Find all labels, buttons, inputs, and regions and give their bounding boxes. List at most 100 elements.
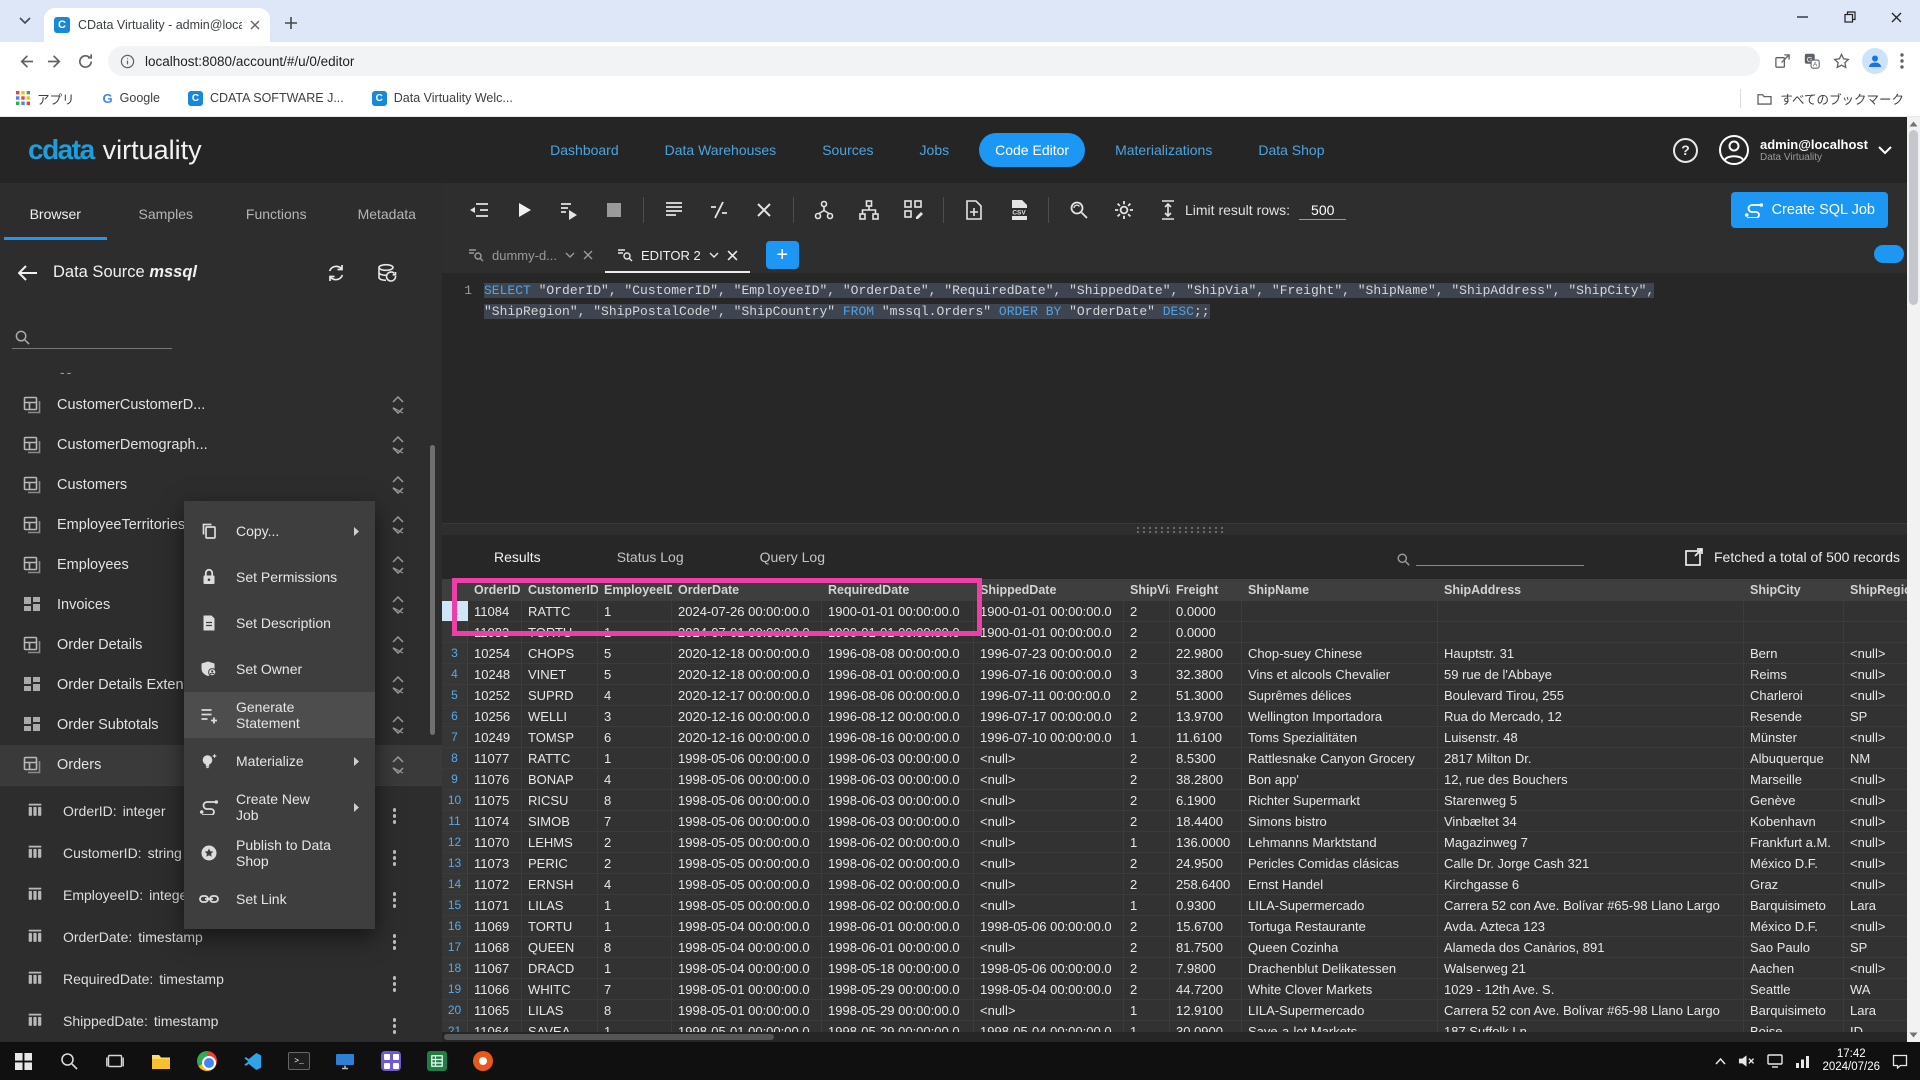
menu-item-set-owner[interactable]: Set Owner xyxy=(184,646,375,692)
table-cell[interactable]: 11076 xyxy=(468,769,522,789)
table-cell[interactable]: 11083 xyxy=(468,622,522,642)
chrome-icon[interactable] xyxy=(184,1042,230,1080)
sidebar-item-customerdemograph[interactable]: CustomerDemograph... xyxy=(0,425,442,465)
table-cell[interactable]: Charleroi xyxy=(1744,685,1844,705)
table-cell[interactable]: 12.9100 xyxy=(1170,1000,1242,1020)
table-row[interactable]: 710249TOMSP62020-12-16 00:00:00.01996-08… xyxy=(442,727,1920,748)
table-cell[interactable]: Bon app' xyxy=(1242,769,1438,789)
column-menu-button[interactable] xyxy=(387,1009,403,1034)
table-cell[interactable]: 1 xyxy=(598,958,672,978)
table-cell[interactable]: Chop-suey Chinese xyxy=(1242,643,1438,663)
tab-search-button[interactable] xyxy=(12,8,38,34)
table-cell[interactable]: 1998-06-03 00:00:00.0 xyxy=(822,790,974,810)
table-cell[interactable]: 11.6100 xyxy=(1170,727,1242,747)
column-header-shipaddress[interactable]: ShipAddress xyxy=(1438,579,1744,601)
column-menu-button[interactable] xyxy=(387,841,403,866)
table-cell[interactable]: 1 xyxy=(598,895,672,915)
table-row[interactable]: 2011065LILAS81998-05-01 00:00:00.01998-0… xyxy=(442,1000,1920,1021)
table-cell[interactable]: 1998-06-03 00:00:00.0 xyxy=(822,811,974,831)
table-cell[interactable]: 2 xyxy=(1124,706,1170,726)
table-cell[interactable]: 1998-05-29 00:00:00.0 xyxy=(822,1000,974,1020)
table-cell[interactable]: 0.0000 xyxy=(1170,622,1242,642)
table-cell[interactable]: WELLI xyxy=(522,706,598,726)
table-cell[interactable]: Reims xyxy=(1744,664,1844,684)
column-header-requireddate[interactable]: RequiredDate xyxy=(822,579,974,601)
table-cell[interactable]: BONAP xyxy=(522,769,598,789)
table-row[interactable]: 1711068QUEEN81998-05-04 00:00:00.01998-0… xyxy=(442,937,1920,958)
column-header-freight[interactable]: Freight xyxy=(1170,579,1242,601)
table-row[interactable]: 1011075RICSU81998-05-06 00:00:00.01998-0… xyxy=(442,790,1920,811)
table-cell[interactable]: 10249 xyxy=(468,727,522,747)
table-cell[interactable]: 1996-07-17 00:00:00.0 xyxy=(974,706,1124,726)
table-cell[interactable]: <null> xyxy=(974,853,1124,873)
table-cell[interactable]: 1 xyxy=(1124,895,1170,915)
table-cell[interactable]: 1900-01-01 00:00:00.0 xyxy=(822,622,974,642)
table-cell[interactable]: 1998-05-01 00:00:00.0 xyxy=(672,1000,822,1020)
table-cell[interactable]: TOMSP xyxy=(522,727,598,747)
table-cell[interactable]: Save-a-lot Markets xyxy=(1242,1021,1438,1032)
reorder-chevrons[interactable] xyxy=(392,396,404,414)
table-cell[interactable]: Wellington Importadora xyxy=(1242,706,1438,726)
table-cell[interactable]: 32.3800 xyxy=(1170,664,1242,684)
table-cell[interactable]: México D.F. xyxy=(1744,916,1844,936)
table-cell[interactable]: Walserweg 21 xyxy=(1438,958,1744,978)
table-cell[interactable]: 7 xyxy=(598,811,672,831)
table-cell[interactable]: WHITC xyxy=(522,979,598,999)
table-cell[interactable]: 1998-06-01 00:00:00.0 xyxy=(822,916,974,936)
table-cell[interactable]: 11073 xyxy=(468,853,522,873)
table-row[interactable]: 1311073PERIC21998-05-05 00:00:00.01998-0… xyxy=(442,853,1920,874)
create-sql-job-button[interactable]: Create SQL Job xyxy=(1731,192,1888,228)
table-cell[interactable]: 2 xyxy=(1124,622,1170,642)
table-cell[interactable]: LILA-Supermercado xyxy=(1242,895,1438,915)
table-cell[interactable] xyxy=(1242,601,1438,621)
close-button[interactable] xyxy=(1873,0,1920,34)
table-cell[interactable]: 1996-07-16 00:00:00.0 xyxy=(974,664,1124,684)
table-cell[interactable]: 1996-07-10 00:00:00.0 xyxy=(974,727,1124,747)
table-cell[interactable]: 11065 xyxy=(468,1000,522,1020)
table-cell[interactable]: Rattlesnake Canyon Grocery xyxy=(1242,748,1438,768)
table-cell[interactable]: 2 xyxy=(1124,685,1170,705)
reorder-chevrons[interactable] xyxy=(392,756,404,774)
table-row[interactable]: 111084RATTC12024-07-26 00:00:00.01900-01… xyxy=(442,601,1920,622)
table-cell[interactable]: 1998-05-06 00:00:00.0 xyxy=(672,811,822,831)
table-cell[interactable]: 2020-12-18 00:00:00.0 xyxy=(672,664,822,684)
all-bookmarks-button[interactable]: すべてのブックマーク xyxy=(1740,89,1904,108)
table-cell[interactable]: 1998-05-06 00:00:00.0 xyxy=(672,790,822,810)
format-query-button[interactable] xyxy=(456,190,501,230)
table-cell[interactable]: 8 xyxy=(598,937,672,957)
table-cell[interactable]: Bern xyxy=(1744,643,1844,663)
table-cell[interactable]: 2 xyxy=(1124,748,1170,768)
table-row[interactable]: 211083TORTU12024-07-01 00:00:00.01900-01… xyxy=(442,622,1920,643)
table-cell[interactable]: 1998-05-01 00:00:00.0 xyxy=(672,1021,822,1032)
table-cell[interactable]: 1900-01-01 00:00:00.0 xyxy=(974,622,1124,642)
menu-item-materialize[interactable]: Materialize xyxy=(184,738,375,784)
table-cell[interactable]: Ernst Handel xyxy=(1242,874,1438,894)
hidden-icons-chevron[interactable] xyxy=(1715,1058,1726,1065)
sql-code-area[interactable]: 1 SELECT "OrderID", "CustomerID", "Emplo… xyxy=(442,273,1920,523)
table-cell[interactable]: TORTU xyxy=(522,916,598,936)
nav-materializations[interactable]: Materializations xyxy=(1099,133,1228,167)
table-cell[interactable]: Pericles Comidas clásicas xyxy=(1242,853,1438,873)
search-replace-button[interactable] xyxy=(1056,190,1101,230)
column-item-requireddate[interactable]: RequiredDate:timestamp xyxy=(0,958,442,1000)
table-cell[interactable]: 1900-01-01 00:00:00.0 xyxy=(822,601,974,621)
table-cell[interactable]: 1998-05-06 00:00:00.0 xyxy=(974,958,1124,978)
table-cell[interactable]: 30.0900 xyxy=(1170,1021,1242,1032)
table-cell[interactable]: 2 xyxy=(598,832,672,852)
file-explorer-icon[interactable] xyxy=(138,1042,184,1080)
back-arrow-icon[interactable] xyxy=(18,265,38,281)
table-cell[interactable]: Graz xyxy=(1744,874,1844,894)
table-cell[interactable]: CHOPS xyxy=(522,643,598,663)
table-cell[interactable]: Marseille xyxy=(1744,769,1844,789)
table-cell[interactable]: Kobenhavn xyxy=(1744,811,1844,831)
table-cell[interactable]: 1998-05-06 00:00:00.0 xyxy=(672,748,822,768)
reorder-chevrons[interactable] xyxy=(392,516,404,534)
table-cell[interactable]: 18.4400 xyxy=(1170,811,1242,831)
table-cell[interactable]: 1996-08-08 00:00:00.0 xyxy=(822,643,974,663)
start-button[interactable] xyxy=(0,1042,46,1080)
table-cell[interactable]: TORTU xyxy=(522,622,598,642)
restore-button[interactable] xyxy=(1826,0,1873,34)
table-cell[interactable]: Tortuga Restaurante xyxy=(1242,916,1438,936)
table-cell[interactable]: PERIC xyxy=(522,853,598,873)
table-cell[interactable]: 2020-12-16 00:00:00.0 xyxy=(672,706,822,726)
